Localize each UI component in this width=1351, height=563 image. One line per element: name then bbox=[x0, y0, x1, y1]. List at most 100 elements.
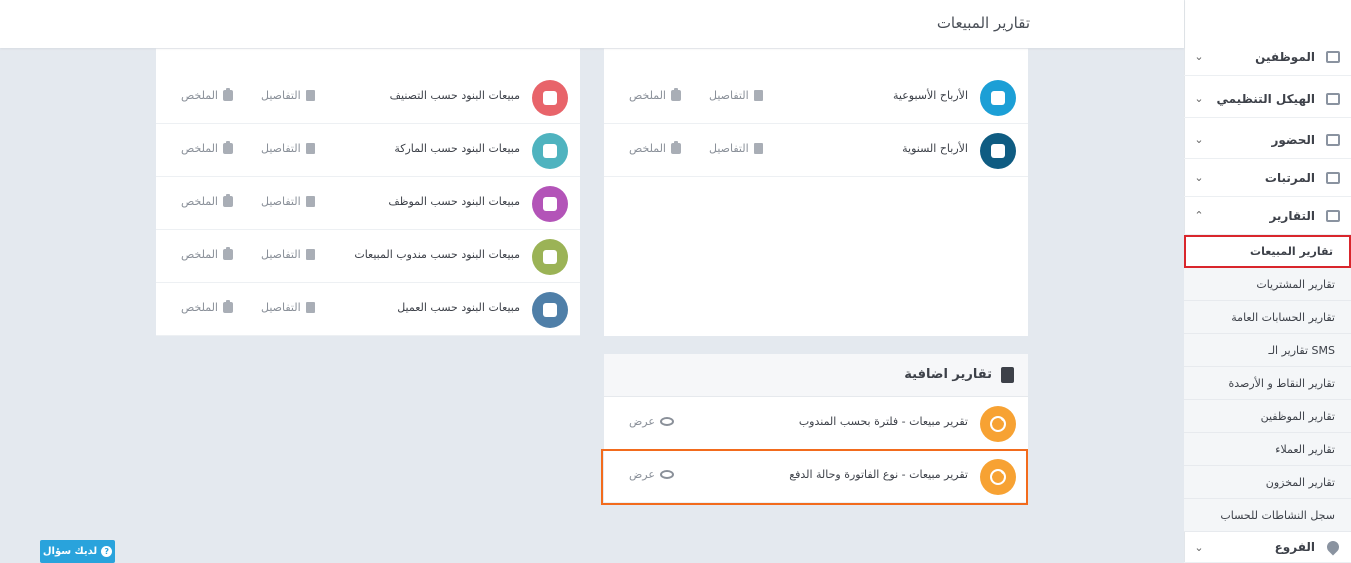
details-label: التفاصيل bbox=[261, 195, 301, 208]
sidebar-item[interactable]: التقارير ⌃ bbox=[1184, 197, 1351, 235]
sidebar-subitem[interactable]: تقارير المخزون bbox=[1184, 466, 1351, 499]
table-row: الأرباح السنوية التفاصيل الملخص bbox=[604, 124, 1028, 177]
report-label[interactable]: مبيعات البنود حسب التصنيف bbox=[390, 89, 520, 102]
clipboard-icon bbox=[223, 88, 233, 101]
clipboard-icon bbox=[223, 247, 233, 260]
summary-link[interactable]: الملخص bbox=[181, 300, 233, 314]
icon-shape bbox=[1324, 538, 1342, 556]
row-icon-circle bbox=[532, 292, 568, 328]
summary-link[interactable]: الملخص bbox=[181, 247, 233, 261]
details-link[interactable]: التفاصيل bbox=[261, 142, 315, 155]
report-label[interactable]: تقرير مبيعات - فلترة بحسب المندوب bbox=[799, 415, 968, 428]
icon-shape bbox=[1326, 133, 1340, 146]
summary-label: الملخص bbox=[181, 248, 218, 261]
clipboard-icon bbox=[223, 194, 233, 207]
sidebar-subitem[interactable]: تقارير المشتريات bbox=[1184, 268, 1351, 301]
sidebar-item[interactable]: الحضور ⌄ bbox=[1184, 121, 1351, 159]
highlight-box bbox=[601, 449, 1028, 505]
boxes-icon bbox=[543, 91, 557, 105]
details-link[interactable]: التفاصيل bbox=[709, 142, 763, 155]
sidebar-subitem[interactable]: تقارير النقاط و الأرصدة bbox=[1184, 367, 1351, 400]
chevron-icon: ⌄ bbox=[1194, 171, 1204, 184]
sidebar-item-branches[interactable]: الفروع ⌄ bbox=[1184, 532, 1351, 563]
summary-label: الملخص bbox=[181, 89, 218, 102]
chevron-icon: ⌄ bbox=[1194, 50, 1204, 63]
icon-shape bbox=[1326, 209, 1340, 222]
doc-icon bbox=[753, 143, 763, 154]
chevron-icon: ⌄ bbox=[1194, 92, 1204, 105]
summary-link[interactable]: الملخص bbox=[629, 141, 681, 155]
summary-label: الملخص bbox=[181, 142, 218, 155]
profits-card: الأرباح الأسبوعية التفاصيل الملخص الأرباح ا… bbox=[604, 0, 1028, 336]
pie-chart-icon bbox=[990, 416, 1006, 432]
details-link[interactable]: التفاصيل bbox=[709, 89, 763, 102]
extra-reports-title: تقارير اضافية bbox=[904, 367, 992, 382]
sidebar-subitem[interactable]: تقارير الحسابات العامة bbox=[1184, 301, 1351, 334]
row-icon-circle bbox=[532, 133, 568, 169]
table-row: مبيعات البنود حسب العميل التفاصيل الملخص bbox=[156, 283, 580, 336]
calendar-week-icon bbox=[991, 91, 1005, 105]
bar-chart-icon bbox=[1323, 206, 1343, 226]
clipboard-icon bbox=[671, 88, 681, 101]
sidebar-item-label: التقارير bbox=[1269, 208, 1315, 223]
details-label: التفاصيل bbox=[261, 89, 301, 102]
page-title: تقارير المبيعات bbox=[936, 14, 1030, 32]
doc-icon bbox=[305, 302, 315, 313]
icon-shape bbox=[1326, 171, 1340, 184]
sales-items-card: مبيعات البنود حسب التصنيف التفاصيل الملخص م… bbox=[156, 0, 580, 336]
table-row: مبيعات البنود حسب الموظف التفاصيل الملخص bbox=[156, 177, 580, 230]
table-row: مبيعات البنود حسب الماركة التفاصيل الملخص bbox=[156, 124, 580, 177]
tag-icon bbox=[543, 144, 557, 158]
details-link[interactable]: التفاصيل bbox=[261, 248, 315, 261]
sidebar-subitem[interactable]: تقارير العملاء bbox=[1184, 433, 1351, 466]
help-button[interactable]: لديك سؤال ? bbox=[40, 540, 115, 563]
report-label[interactable]: مبيعات البنود حسب الموظف bbox=[388, 195, 520, 208]
report-label[interactable]: الأرباح السنوية bbox=[902, 142, 968, 155]
summary-link[interactable]: الملخص bbox=[629, 88, 681, 102]
icon-shape bbox=[1326, 50, 1340, 63]
row-icon-circle bbox=[532, 239, 568, 275]
sidebar-item-label: الهيكل التنظيمي bbox=[1216, 91, 1316, 106]
report-label[interactable]: مبيعات البنود حسب الماركة bbox=[394, 142, 520, 155]
user-icon bbox=[543, 197, 557, 211]
details-link[interactable]: التفاصيل bbox=[261, 195, 315, 208]
report-label[interactable]: الأرباح الأسبوعية bbox=[893, 89, 968, 102]
clipboard-icon bbox=[223, 300, 233, 313]
top-header: تقارير المبيعات bbox=[0, 0, 1184, 48]
details-link[interactable]: التفاصيل bbox=[261, 89, 315, 102]
sidebar-subitem[interactable]: تقارير الموظفين bbox=[1184, 400, 1351, 433]
row-icon-circle bbox=[980, 133, 1016, 169]
summary-link[interactable]: الملخص bbox=[181, 88, 233, 102]
summary-link[interactable]: الملخص bbox=[181, 194, 233, 208]
details-label: التفاصيل bbox=[261, 301, 301, 314]
summary-label: الملخص bbox=[181, 195, 218, 208]
summary-label: الملخص bbox=[629, 142, 666, 155]
sidebar-item-label: الموظفين bbox=[1255, 49, 1315, 64]
sidebar-item[interactable]: الهيكل التنظيمي ⌄ bbox=[1184, 80, 1351, 118]
summary-link[interactable]: الملخص bbox=[181, 141, 233, 155]
clipboard-icon bbox=[223, 141, 233, 154]
table-row: الأرباح الأسبوعية التفاصيل الملخص bbox=[604, 71, 1028, 124]
doc-icon bbox=[753, 90, 763, 101]
report-label[interactable]: مبيعات البنود حسب مندوب المبيعات bbox=[354, 248, 520, 261]
sidebar-subitem[interactable]: تقارير الـ SMS bbox=[1184, 334, 1351, 367]
sidebar-item[interactable]: المرتبات ⌄ bbox=[1184, 159, 1351, 197]
sidebar-subitem[interactable]: تقارير المبيعات bbox=[1184, 235, 1351, 268]
sidebar-item[interactable]: الموظفين ⌄ bbox=[1184, 38, 1351, 76]
calendar-icon bbox=[1323, 130, 1343, 150]
org-chart-icon bbox=[1323, 89, 1343, 109]
details-label: التفاصيل bbox=[709, 142, 749, 155]
view-link[interactable]: عرض bbox=[629, 415, 674, 428]
sidebar: الموظفين ⌄ الهيكل التنظيمي ⌄ الحضور ⌄ المرتبات… bbox=[1184, 0, 1351, 563]
details-link[interactable]: التفاصيل bbox=[261, 301, 315, 314]
calendar-star-icon bbox=[991, 144, 1005, 158]
report-label[interactable]: مبيعات البنود حسب العميل bbox=[397, 301, 520, 314]
doc-icon bbox=[305, 196, 315, 207]
details-label: التفاصيل bbox=[261, 248, 301, 261]
sidebar-item-label: الفروع bbox=[1274, 540, 1315, 554]
sidebar-subitem[interactable]: سجل النشاطات للحساب bbox=[1184, 499, 1351, 532]
row-icon-circle bbox=[532, 80, 568, 116]
row-icon-circle bbox=[532, 186, 568, 222]
sidebar-item-label: المرتبات bbox=[1264, 170, 1315, 185]
row-icon-circle bbox=[980, 406, 1016, 442]
